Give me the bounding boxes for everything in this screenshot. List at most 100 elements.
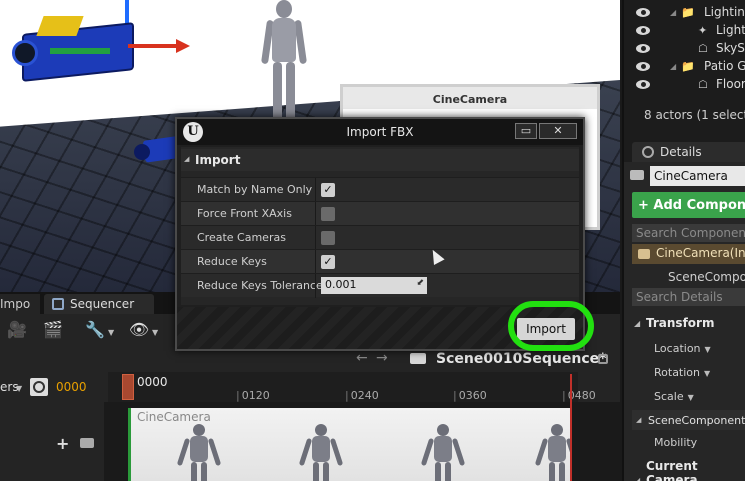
ruler-tick: 0360 [453, 389, 487, 402]
eye-icon[interactable] [636, 79, 650, 89]
sequence-end-marker[interactable] [570, 374, 572, 481]
forward-arrow-icon[interactable]: → [376, 350, 388, 366]
chevron-down-icon: ▼ [687, 393, 694, 402]
rig-lens [12, 40, 38, 66]
outliner-row[interactable]: ✦ Light [624, 21, 745, 39]
actor-icon: ☖ [698, 77, 708, 91]
thumbnail-figure [534, 424, 570, 481]
column-divider[interactable] [315, 250, 316, 274]
outliner-label: Floor [716, 77, 745, 91]
search-details-input[interactable]: Search Details [632, 288, 745, 306]
outliner-label: Light [716, 23, 745, 37]
component-root[interactable]: CineCamera(Instance) [632, 244, 745, 264]
rotation-property[interactable]: Rotation ▼ [654, 366, 710, 379]
eye-icon[interactable] [636, 43, 650, 53]
option-reduce-keys-tolerance: Reduce Keys Tolerance 0.001 [181, 273, 579, 298]
mobility-label: Mobility [654, 436, 698, 449]
import-section-header[interactable]: Import [181, 149, 579, 171]
location-property[interactable]: Location ▼ [654, 342, 711, 355]
eye-icon[interactable] [636, 25, 650, 35]
folder-icon: 📁 [681, 59, 695, 73]
collapse-arrow-icon[interactable]: ◢ [670, 62, 676, 71]
mannequin-actor[interactable] [260, 0, 308, 128]
option-label: Force Front XAxis [197, 207, 292, 220]
camera-icon[interactable] [80, 438, 94, 448]
actor-name-field[interactable]: CineCamera [650, 166, 745, 186]
lock-icon[interactable] [598, 354, 608, 364]
outliner-row[interactable]: ◢ 📁 Lighting [624, 3, 745, 21]
close-button[interactable]: ✕ [539, 123, 577, 139]
column-divider[interactable] [315, 178, 316, 202]
sequencer-tab-label: Sequencer [70, 297, 135, 311]
chevron-down-icon: ▼ [704, 369, 711, 378]
column-divider[interactable] [315, 202, 316, 226]
camera-icon[interactable]: 🎥 [6, 320, 28, 340]
gizmo-x-arrowhead[interactable] [176, 39, 190, 53]
eye-icon[interactable] [636, 7, 650, 17]
ruler-tick: 0480 [562, 389, 596, 402]
match-by-name-only-checkbox[interactable]: ✓ [321, 183, 335, 197]
force-front-xaxis-checkbox[interactable] [321, 207, 335, 221]
component-child[interactable]: SceneComponent [632, 270, 745, 284]
transform-section[interactable]: Transform [632, 312, 745, 334]
rig-stripe [50, 48, 110, 54]
clapper-icon[interactable]: 🎬 [42, 320, 64, 340]
scene-component-section[interactable]: SceneComponent [632, 410, 745, 430]
sequencer-icon [52, 298, 64, 310]
tab-sequencer[interactable]: Sequencer [44, 294, 154, 314]
current-camera-settings-section[interactable]: Current Camera Settings [632, 459, 745, 481]
light-icon: ✦ [698, 23, 708, 37]
gizmo-x-axis[interactable] [128, 44, 178, 48]
outliner-label: Patio Ge [704, 59, 745, 73]
add-component-button[interactable]: + Add Component [632, 192, 745, 218]
column-divider[interactable] [315, 226, 316, 250]
back-arrow-icon[interactable]: ← [356, 350, 368, 366]
ruler-tick: 0120 [236, 389, 270, 402]
details-tab-label: Details [660, 145, 702, 159]
add-track-button[interactable]: + [56, 434, 69, 453]
chevron-down-icon[interactable]: ▼ [16, 384, 22, 393]
right-panel: ◢ 📁 Lighting ✦ Light ☖ SkySp ◢ 📁 Patio G… [622, 0, 745, 481]
outliner-row[interactable]: ◢ 📁 Patio Ge [624, 57, 745, 75]
maximize-button[interactable]: ▭ [515, 123, 537, 139]
actor-type-icon [630, 170, 644, 180]
option-force-front-xaxis: Force Front XAxis [181, 201, 579, 226]
option-match-by-name-only: Match by Name Only ✓ [181, 177, 579, 202]
scale-property[interactable]: Scale ▼ [654, 390, 694, 403]
preview-caption: CineCamera [432, 93, 508, 106]
time-ruler[interactable] [108, 372, 578, 402]
create-cameras-checkbox[interactable] [321, 231, 335, 245]
chevron-down-icon[interactable]: ▼ [108, 328, 114, 337]
outliner-row[interactable]: ☖ Floor [624, 75, 745, 93]
reduce-keys-tolerance-input[interactable]: 0.001 [321, 277, 427, 294]
eye-icon[interactable] [636, 61, 650, 71]
playhead-handle[interactable] [122, 374, 134, 400]
outliner-label: Lighting [704, 5, 745, 19]
reduce-keys-checkbox[interactable]: ✓ [321, 255, 335, 269]
thumbnail-figure [298, 424, 344, 481]
sequence-name: Scene0010Sequence* [436, 351, 607, 367]
shot-label: CineCamera [137, 410, 211, 424]
tab-details[interactable]: Details [632, 142, 745, 162]
chevron-down-icon[interactable]: ▼ [152, 328, 158, 337]
folder-icon[interactable] [410, 353, 426, 364]
view-icon[interactable]: 👁 [128, 320, 150, 340]
column-divider[interactable] [315, 274, 316, 298]
actors-count: 8 actors (1 selected [644, 108, 745, 122]
search-components-input[interactable]: Search Components [632, 224, 745, 242]
outliner-row[interactable]: ☖ SkySp [624, 39, 745, 57]
search-icon[interactable] [30, 378, 48, 396]
wrench-icon[interactable]: 🔧 [84, 320, 106, 340]
option-create-cameras: Create Cameras [181, 225, 579, 250]
dialog-titlebar[interactable]: U Import FBX ▭ ✕ [177, 119, 583, 145]
tab-import[interactable]: Impo [0, 294, 40, 314]
camera-shot-section[interactable]: CineCamera [128, 408, 570, 481]
collapse-arrow-icon[interactable]: ◢ [670, 8, 676, 17]
mannequin-torso [272, 18, 296, 62]
location-label: Location [654, 342, 701, 355]
scale-label: Scale [654, 390, 684, 403]
playhead-frame: 0000 [137, 375, 168, 389]
mannequin-leg [273, 62, 282, 124]
mannequin-head [276, 0, 292, 18]
ruler-tick: 0240 [345, 389, 379, 402]
